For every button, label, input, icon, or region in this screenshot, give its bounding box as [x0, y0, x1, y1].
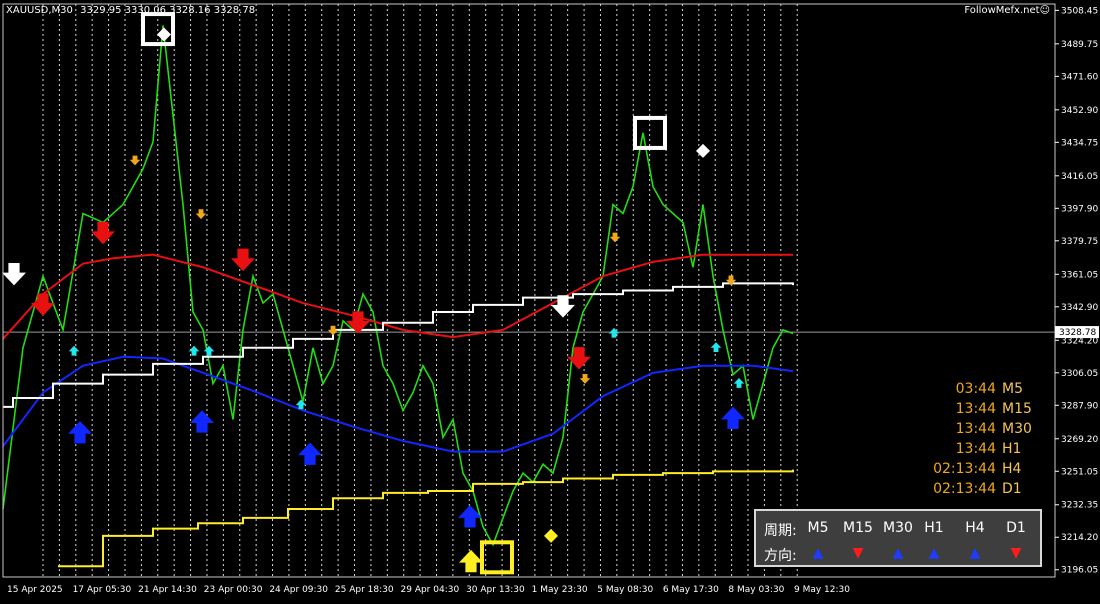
period-cell: M5 [807, 520, 829, 536]
y-tick-label: 3287.90 [1061, 401, 1098, 411]
period-cell: M15 [843, 520, 873, 536]
y-tick-label: 3251.05 [1061, 467, 1098, 477]
x-tick-label: 15 Apr 2025 [7, 585, 63, 595]
list-item: 13:44 H1 [928, 439, 1040, 459]
x-tick-label: 24 Apr 09:30 [269, 585, 328, 595]
yellow-up-arrow-icon [459, 549, 483, 573]
cyan-arrow-icon [608, 327, 620, 338]
yellow-square-marker [480, 540, 514, 575]
list-item: 13:44 M15 [928, 399, 1040, 419]
white-square-marker [633, 115, 667, 150]
chart-frame [2, 3, 1056, 578]
list-item: 13:44 M30 [928, 419, 1040, 439]
up-triangle-icon: ▲ [928, 545, 940, 561]
y-tick-label: 3471.60 [1061, 72, 1098, 82]
x-tick-label: 8 May 03:30 [728, 585, 784, 595]
list-item: 02:13:44 H4 [928, 459, 1040, 479]
timeframe-countdown-list: 03:44 M5 13:44 M15 13:44 M30 13:44 H1 02:13:… [928, 379, 1040, 499]
symbol-label: XAUUSD,M30 [6, 5, 73, 16]
brand-label: FollowMefx.net☺ [964, 5, 1050, 16]
timeframe-name: H1 [1002, 441, 1022, 457]
y-tick-label: 3306.05 [1061, 369, 1098, 379]
list-item: 03:44 M5 [928, 379, 1040, 399]
timeframe-name: M30 [1002, 421, 1032, 437]
y-tick-label: 3379.75 [1061, 237, 1098, 247]
x-tick-label: 17 Apr 05:30 [73, 585, 132, 595]
x-tick-label: 21 Apr 14:30 [138, 585, 197, 595]
white-diamond-icon [696, 143, 710, 158]
ohlc-values: 3329.95 3330.06 3328.16 3328.78 [80, 5, 256, 16]
blue-up-arrow-icon [190, 410, 214, 433]
y-tick-label: 3214.20 [1061, 533, 1098, 543]
y-tick-label: 3452.90 [1061, 106, 1098, 116]
y-tick-label: 3269.20 [1061, 435, 1098, 445]
y-tick-label: 3232.35 [1061, 501, 1098, 511]
x-tick-label: 25 Apr 18:30 [335, 585, 394, 595]
orange-arrow-icon [195, 209, 207, 220]
blue-up-arrow-icon [68, 420, 92, 444]
list-item: 02:13:44 D1 [928, 479, 1040, 499]
orange-arrow-icon [129, 155, 141, 166]
y-tick-label: 3508.45 [1061, 6, 1098, 16]
orange-arrow-icon [609, 232, 621, 243]
countdown-time: 13:44 [955, 421, 996, 437]
cyan-arrow-icon [710, 342, 722, 352]
white-diamond-icon [157, 27, 171, 42]
timeframe-name: M15 [1002, 401, 1032, 417]
timeframe-name: M5 [1002, 381, 1023, 397]
countdown-time: 02:13:44 [933, 481, 996, 497]
timeframe-name: H4 [1002, 461, 1022, 477]
countdown-time: 13:44 [955, 401, 996, 417]
brand-text: FollowMefx.net [964, 5, 1040, 16]
y-tick-label: 3361.05 [1061, 270, 1098, 280]
red-ma-series [2, 253, 793, 340]
countdown-time: 13:44 [955, 441, 996, 457]
cyan-arrow-icon [203, 345, 215, 356]
countdown-time: 02:13:44 [933, 461, 996, 477]
blue-ma-series [2, 355, 794, 453]
white-step-series [3, 282, 794, 408]
period-label: 周期: [764, 523, 797, 539]
cyan-arrow-icon [733, 378, 745, 388]
blue-up-arrow-icon [298, 442, 322, 465]
up-triangle-icon: ▲ [969, 545, 981, 561]
cyan-arrow-icon [68, 345, 80, 356]
direction-panel: 周期: 方向: M5 M15 M30 H1 H4 D1 ▲ ▼ ▲ ▲ ▲ ▼ [754, 509, 1042, 567]
period-cell: H4 [965, 520, 985, 536]
countdown-time: 03:44 [955, 381, 996, 397]
y-tick-label: 3342.90 [1061, 303, 1098, 313]
y-tick-label: 3434.75 [1061, 138, 1098, 148]
x-tick-label: 5 May 08:30 [597, 585, 653, 595]
period-cell: H1 [924, 520, 944, 536]
y-tick-label: 3416.05 [1061, 172, 1098, 182]
yellow-diamond-icon [544, 528, 558, 543]
x-tick-label: 6 May 17:30 [663, 585, 719, 595]
orange-arrow-icon [327, 325, 339, 336]
period-cell: D1 [1006, 520, 1026, 536]
down-triangle-icon: ▼ [1010, 545, 1022, 561]
price-series [2, 25, 794, 547]
y-tick-label: 3196.05 [1061, 566, 1098, 576]
down-triangle-icon: ▼ [852, 545, 864, 561]
up-triangle-icon: ▲ [812, 545, 824, 561]
x-tick-label: 1 May 23:30 [532, 585, 588, 595]
y-tick-label: 3489.75 [1061, 40, 1098, 50]
x-tick-label: 23 Apr 00:30 [204, 585, 263, 595]
period-cell: M30 [883, 520, 913, 536]
orange-arrow-icon [579, 374, 591, 384]
y-tick-label: 3397.90 [1061, 204, 1098, 214]
red-down-arrow-icon [91, 221, 115, 245]
timeframe-name: D1 [1002, 481, 1022, 497]
current-price-label: 3328.78 [1059, 328, 1096, 338]
smiley-icon: ☺ [1039, 5, 1050, 16]
direction-label: 方向: [764, 548, 797, 564]
chart-header: XAUUSD,M30 3329.95 3330.06 3328.16 3328.… [6, 5, 259, 16]
blue-up-arrow-icon [721, 406, 745, 430]
up-triangle-icon: ▲ [892, 545, 904, 561]
x-tick-label: 30 Apr 13:30 [466, 585, 525, 595]
x-tick-label: 9 May 12:30 [794, 585, 850, 595]
white-down-arrow-icon [2, 262, 26, 286]
x-tick-label: 29 Apr 04:30 [401, 585, 460, 595]
red-down-arrow-icon [231, 248, 255, 272]
